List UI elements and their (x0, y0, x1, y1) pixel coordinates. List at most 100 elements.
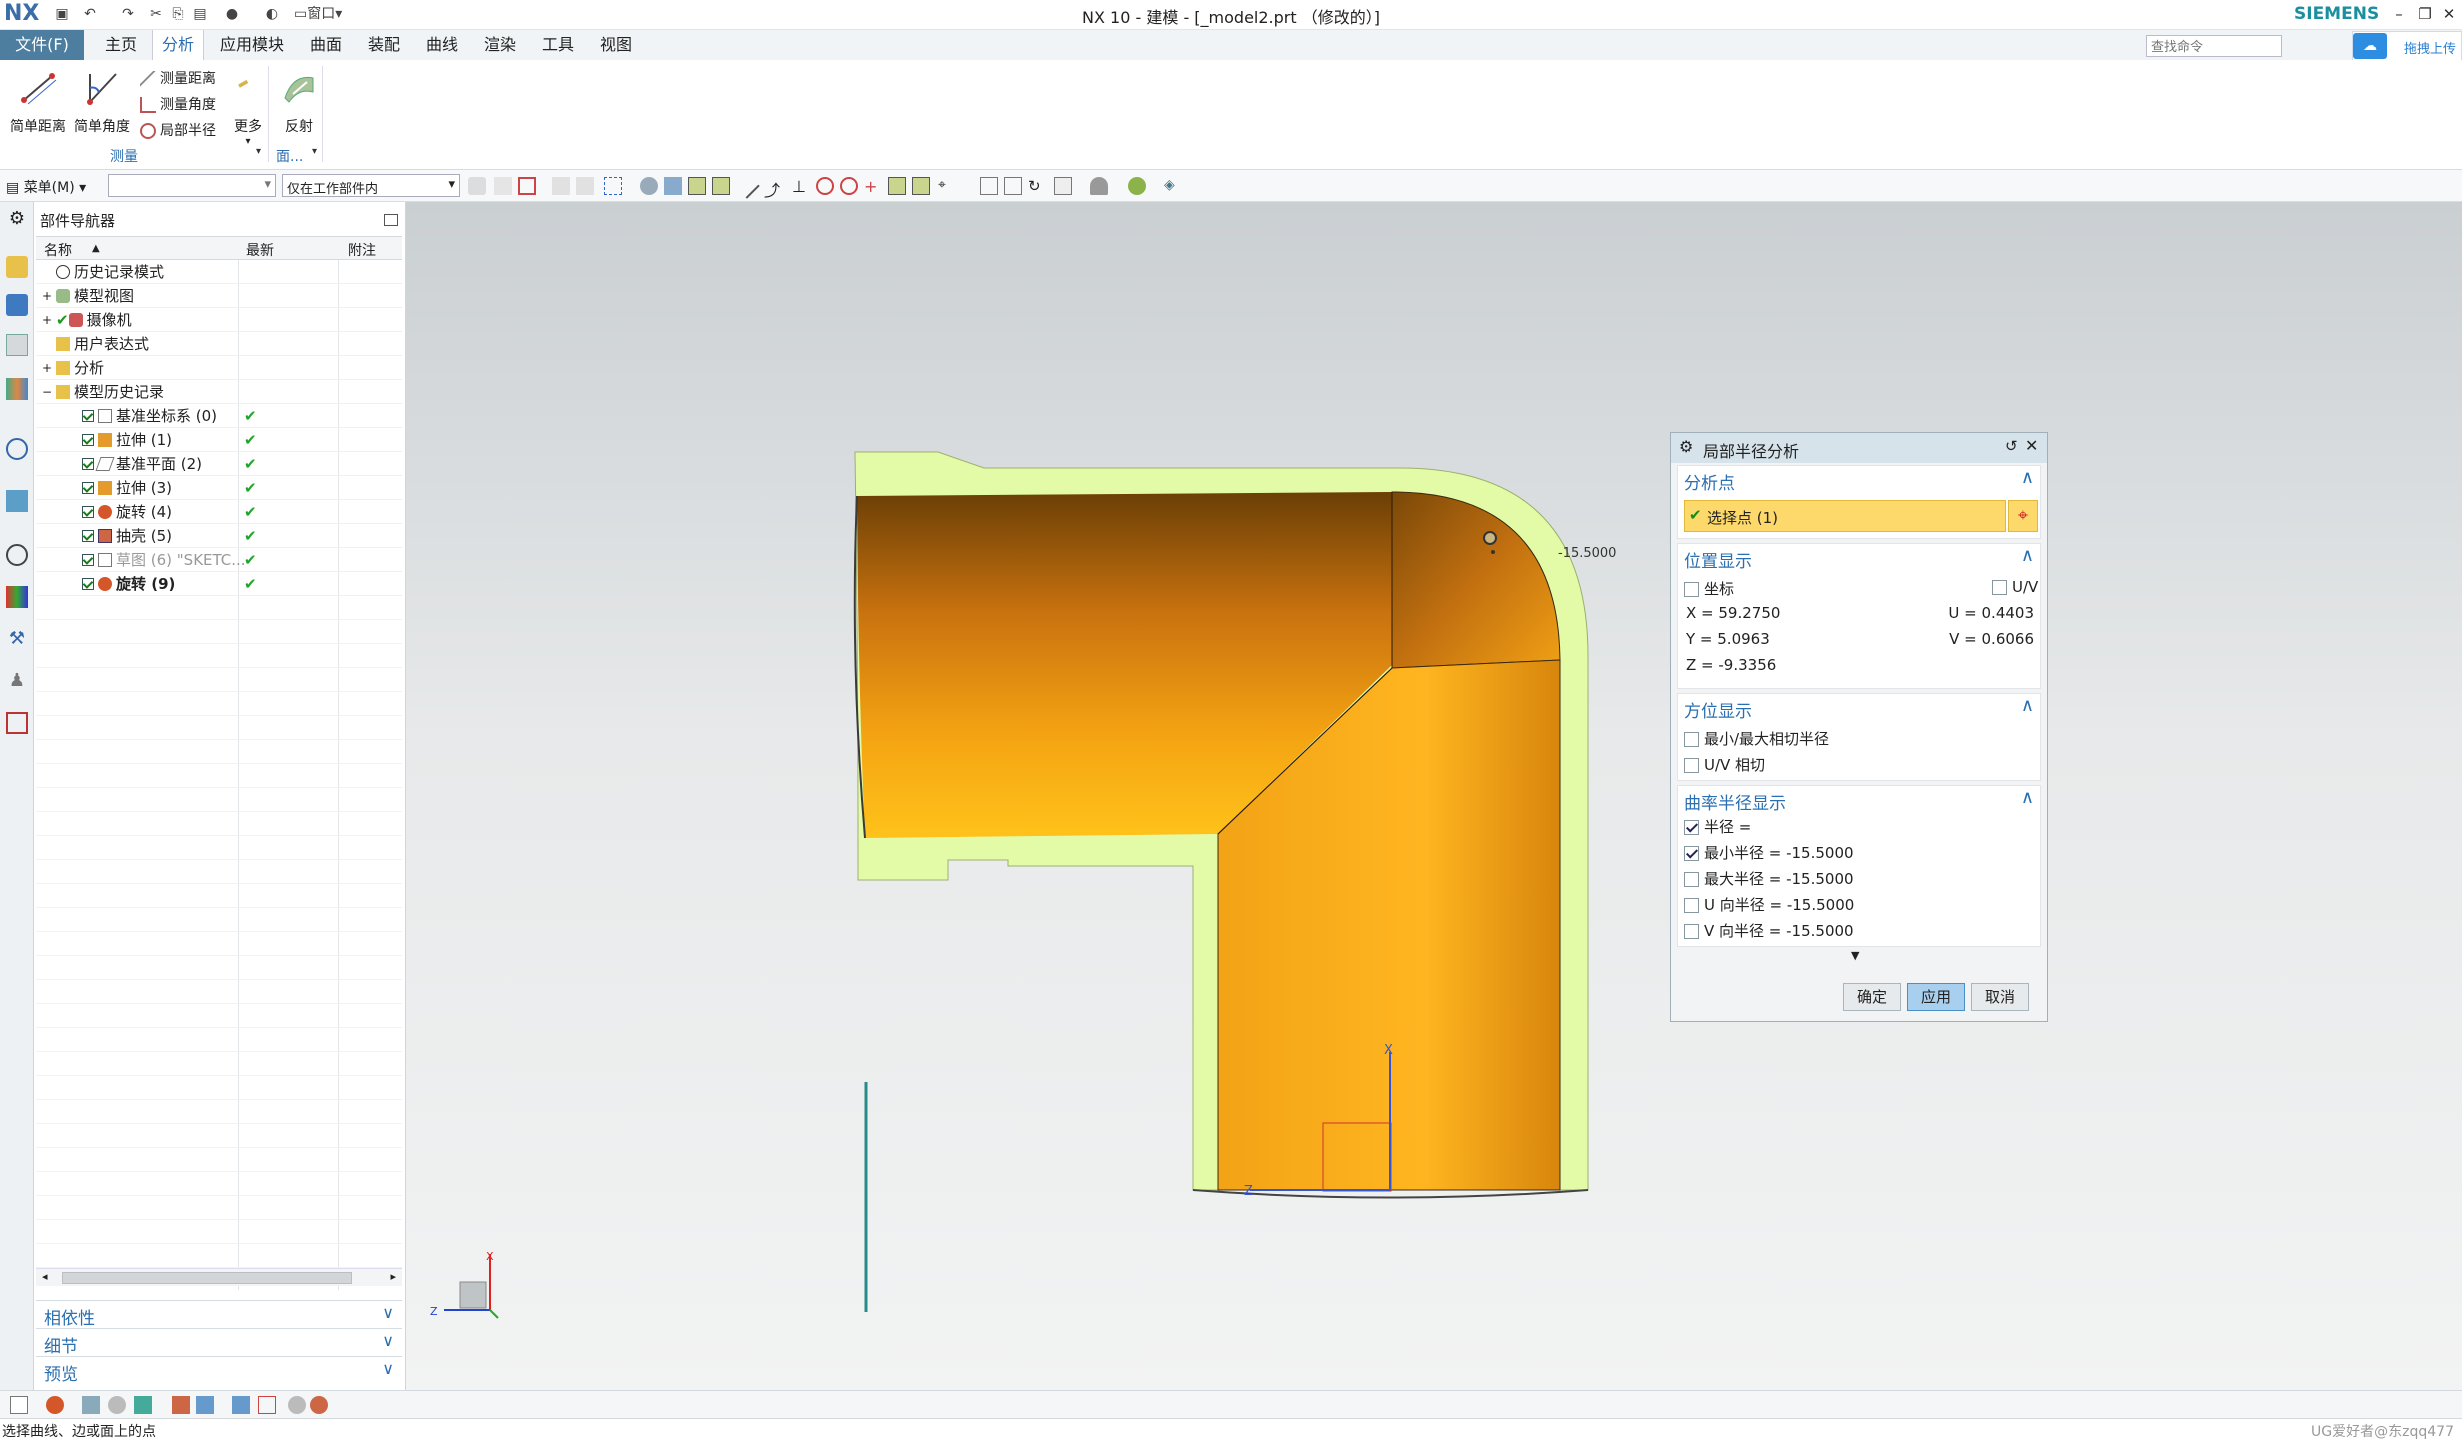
gear-icon[interactable]: ⚙ (1679, 437, 1693, 456)
coord-checkbox[interactable]: 坐标 (1684, 578, 1734, 599)
horizontal-scrollbar[interactable]: ◂ ▸ (36, 1268, 402, 1286)
ok-button[interactable]: 确定 (1843, 983, 1901, 1011)
tab-application[interactable]: 应用模块 (212, 30, 292, 60)
v-radius-checkbox[interactable]: V 向半径 = -15.5000 (1684, 920, 1854, 941)
snap-point-icon[interactable] (688, 177, 706, 195)
uv-checkbox[interactable]: U/V (1992, 578, 2038, 596)
column-latest[interactable]: 最新 (246, 240, 274, 260)
view-orient-icon[interactable] (980, 177, 998, 195)
command-search-input[interactable] (2146, 35, 2282, 57)
panel-preview[interactable]: 预览 ∨ (36, 1356, 402, 1385)
tree-item-analysis[interactable]: + 分析 (36, 356, 402, 380)
measure-angle-button[interactable]: 测量角度 (140, 94, 216, 114)
tab-home[interactable]: 主页 (96, 30, 146, 60)
tree-item-feature[interactable]: 基准坐标系 (0) ✔ (36, 404, 402, 428)
intersection-icon[interactable]: ⊥ (792, 177, 810, 196)
body-icon[interactable] (82, 1396, 100, 1414)
upload-label[interactable]: 拖拽上传 (2404, 38, 2456, 57)
showhide-icon[interactable]: ◈ (1164, 177, 1182, 195)
point-on-face-icon[interactable] (888, 177, 906, 195)
uv-tangent-checkbox[interactable]: U/V 相切 (1684, 754, 1765, 775)
visibility-checkbox[interactable] (82, 530, 94, 542)
restore-button[interactable]: ❐ (2412, 2, 2438, 26)
scroll-right-icon[interactable]: ▸ (390, 1270, 396, 1283)
sort-asc-icon[interactable]: ▲ (92, 243, 100, 254)
combine-icon[interactable] (196, 1396, 214, 1414)
expand-icon[interactable]: + (42, 284, 52, 308)
tree-item-feature[interactable]: 拉伸 (1) ✔ (36, 428, 402, 452)
tree-item-feature[interactable]: 旋转 (4) ✔ (36, 500, 402, 524)
more-button[interactable]: 更多 ▾ (228, 68, 268, 147)
process-studio-icon[interactable]: ⚒ (6, 628, 28, 650)
group-measure-dropdown[interactable]: ▾ (256, 146, 261, 157)
display-icon[interactable] (1090, 177, 1108, 195)
history-icon[interactable] (6, 544, 28, 566)
type-filter-select[interactable]: ▾ (108, 174, 276, 197)
tab-curve[interactable]: 曲线 (418, 30, 466, 60)
constraint-navigator-icon[interactable] (6, 294, 28, 316)
visibility-checkbox[interactable] (82, 482, 94, 494)
select-face-icon[interactable] (552, 177, 570, 195)
visibility-checkbox[interactable] (82, 434, 94, 446)
visibility-checkbox[interactable] (82, 410, 94, 422)
tab-surface[interactable]: 曲面 (302, 30, 350, 60)
circle-icon[interactable] (840, 177, 858, 195)
draft-icon[interactable] (288, 1396, 306, 1414)
scope-select[interactable]: 仅在工作部件内 ▾ (282, 174, 460, 197)
column-name[interactable]: 名称 (44, 240, 72, 260)
section-header[interactable]: 分析点 (1684, 469, 1735, 494)
select-body-icon[interactable] (518, 177, 536, 195)
more-options-icon[interactable]: ▼ (1851, 949, 1859, 962)
min-radius-checkbox[interactable]: 最小半径 = -15.5000 (1684, 842, 1854, 863)
panel-dependencies[interactable]: 相依性 ∨ (36, 1300, 402, 1329)
arc-center-icon[interactable] (816, 177, 834, 195)
collapse-icon[interactable]: − (42, 380, 52, 404)
pattern-icon[interactable] (172, 1396, 190, 1414)
visibility-checkbox[interactable] (82, 578, 94, 590)
simple-distance-button[interactable]: 简单距离 (8, 68, 68, 136)
sync-icon[interactable] (134, 1396, 152, 1414)
layer-icon[interactable] (1054, 177, 1072, 195)
shading-icon[interactable] (1128, 177, 1146, 195)
chevron-up-icon[interactable]: ∧ (2021, 467, 2034, 488)
rotate-icon[interactable]: ↻ (1028, 177, 1046, 195)
trim-icon[interactable] (232, 1396, 250, 1414)
reflect-button[interactable]: 反射 (276, 68, 322, 136)
tab-render[interactable]: 渲染 (476, 30, 524, 60)
local-radius-button[interactable]: 局部半径 (140, 120, 216, 140)
tab-analysis[interactable]: 分析 (152, 30, 204, 60)
measure-distance-button[interactable]: 测量距离 (140, 68, 216, 88)
maximize-icon[interactable] (384, 214, 398, 226)
tree-item-feature[interactable]: 基准平面 (2) ✔ (36, 452, 402, 476)
offset-icon[interactable] (258, 1396, 276, 1414)
visibility-checkbox[interactable] (82, 458, 94, 470)
main-menu-button[interactable]: ▤ 菜单(M) ▾ (6, 177, 86, 197)
tree-item-user-expressions[interactable]: 用户表达式 (36, 332, 402, 356)
blend-icon[interactable] (108, 1396, 126, 1414)
line-snap-icon[interactable] (734, 173, 760, 199)
group-face-dropdown[interactable]: ▾ (312, 146, 317, 157)
snap-endpoint-icon[interactable] (712, 177, 730, 195)
model-view[interactable]: X Z -15.5000 X Z (406, 202, 2462, 1390)
select-point-field[interactable]: ✔ 选择点 (1) (1684, 500, 2006, 532)
expand-icon[interactable]: + (42, 308, 52, 332)
apply-button[interactable]: 应用 (1907, 983, 1965, 1011)
panel-details[interactable]: 细节 ∨ (36, 1328, 402, 1357)
cancel-button[interactable]: 取消 (1971, 983, 2029, 1011)
chevron-up-icon[interactable]: ∧ (2021, 787, 2034, 808)
section-header[interactable]: 位置显示 (1684, 547, 1752, 572)
select-feature-icon[interactable] (494, 177, 512, 195)
reset-icon[interactable]: ↺ (2005, 437, 2018, 455)
tree-item-history-mode[interactable]: 历史记录模式 (36, 260, 402, 284)
tab-assembly[interactable]: 装配 (360, 30, 408, 60)
scroll-left-icon[interactable]: ◂ (42, 1270, 48, 1283)
bounded-icon[interactable]: ⌖ (938, 177, 956, 195)
point-dialog-icon[interactable]: ⌖ (2008, 500, 2038, 532)
minimize-button[interactable]: – (2386, 2, 2412, 26)
tab-view[interactable]: 视图 (592, 30, 640, 60)
expand-icon[interactable]: + (42, 356, 52, 380)
point-snap-icon[interactable] (912, 177, 930, 195)
fit-icon[interactable] (1004, 177, 1022, 195)
cloud-icon[interactable]: ☁ (2353, 33, 2387, 59)
new-icon[interactable] (10, 1396, 28, 1414)
